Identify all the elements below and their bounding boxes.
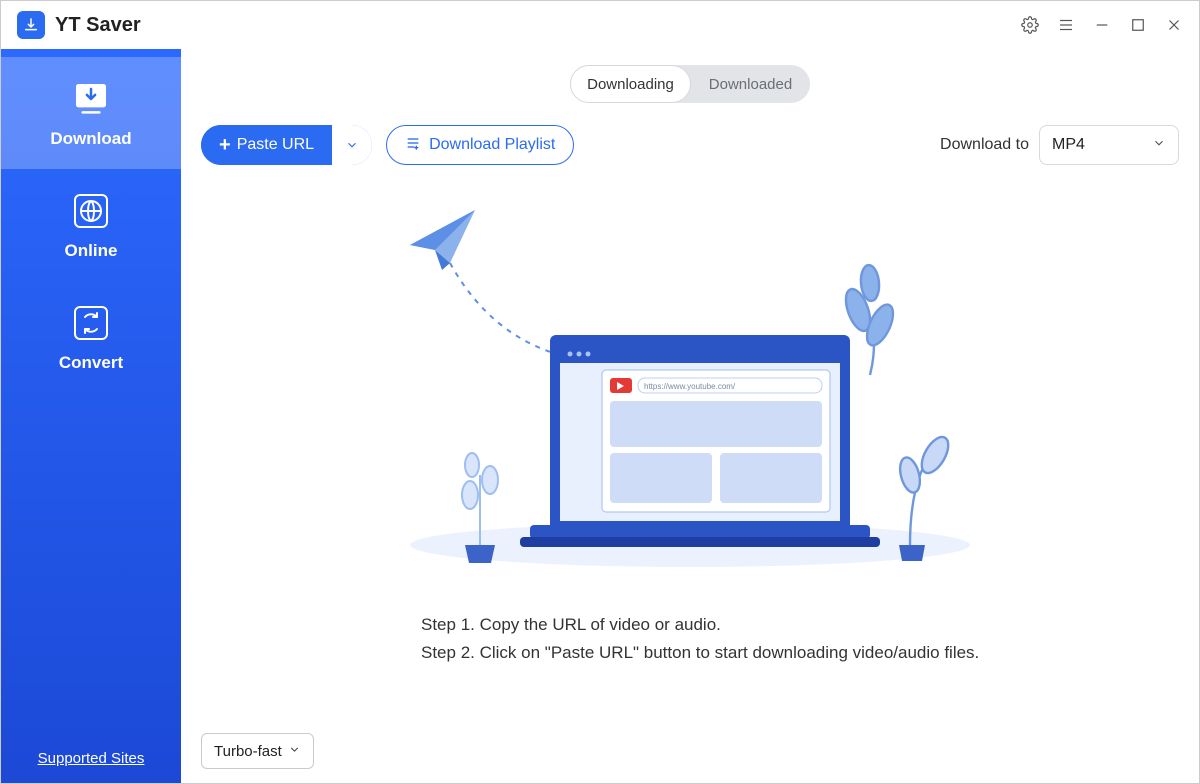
tab-downloading[interactable]: Downloading bbox=[570, 65, 691, 103]
illustration-url-text: https://www.youtube.com/ bbox=[644, 382, 736, 391]
globe-icon bbox=[68, 191, 114, 231]
empty-state-illustration: https://www.youtube.com/ bbox=[380, 175, 1000, 595]
sidebar-item-label: Online bbox=[65, 241, 118, 261]
paste-url-label: Paste URL bbox=[237, 136, 314, 154]
sidebar: Download Online Convert Supported Sites bbox=[1, 49, 181, 783]
download-icon bbox=[68, 79, 114, 119]
sidebar-item-download[interactable]: Download bbox=[1, 57, 181, 169]
convert-icon bbox=[68, 303, 114, 343]
title-bar: YT Saver bbox=[1, 1, 1199, 49]
step-1-text: Step 1. Copy the URL of video or audio. bbox=[421, 611, 1179, 639]
paste-url-dropdown[interactable] bbox=[332, 125, 372, 165]
chevron-down-icon bbox=[1152, 136, 1166, 155]
sidebar-item-online[interactable]: Online bbox=[1, 169, 181, 281]
sidebar-item-label: Convert bbox=[59, 353, 123, 373]
download-to-label: Download to bbox=[940, 136, 1029, 154]
close-icon[interactable] bbox=[1165, 16, 1183, 34]
download-playlist-button[interactable]: Download Playlist bbox=[386, 125, 574, 165]
speed-select[interactable]: Turbo-fast bbox=[201, 733, 314, 769]
sidebar-item-convert[interactable]: Convert bbox=[1, 281, 181, 393]
format-value: MP4 bbox=[1052, 136, 1085, 154]
app-logo-icon bbox=[17, 11, 45, 39]
playlist-icon bbox=[405, 135, 421, 156]
chevron-down-icon bbox=[288, 743, 301, 760]
format-select[interactable]: MP4 bbox=[1039, 125, 1179, 165]
speed-value: Turbo-fast bbox=[214, 743, 282, 760]
sidebar-item-label: Download bbox=[50, 129, 131, 149]
status-tabs: Downloading Downloaded bbox=[570, 65, 810, 103]
plus-icon: + bbox=[219, 134, 231, 157]
app-title: YT Saver bbox=[55, 14, 141, 37]
step-2-text: Step 2. Click on "Paste URL" button to s… bbox=[421, 639, 1179, 667]
menu-icon[interactable] bbox=[1057, 16, 1075, 34]
supported-sites-link[interactable]: Supported Sites bbox=[1, 734, 181, 783]
tab-downloaded[interactable]: Downloaded bbox=[691, 65, 810, 103]
minimize-icon[interactable] bbox=[1093, 16, 1111, 34]
settings-icon[interactable] bbox=[1021, 16, 1039, 34]
download-playlist-label: Download Playlist bbox=[429, 136, 555, 154]
main-area: Downloading Downloaded + Paste URL bbox=[181, 49, 1199, 783]
paste-url-button[interactable]: + Paste URL bbox=[201, 125, 372, 165]
maximize-icon[interactable] bbox=[1129, 16, 1147, 34]
